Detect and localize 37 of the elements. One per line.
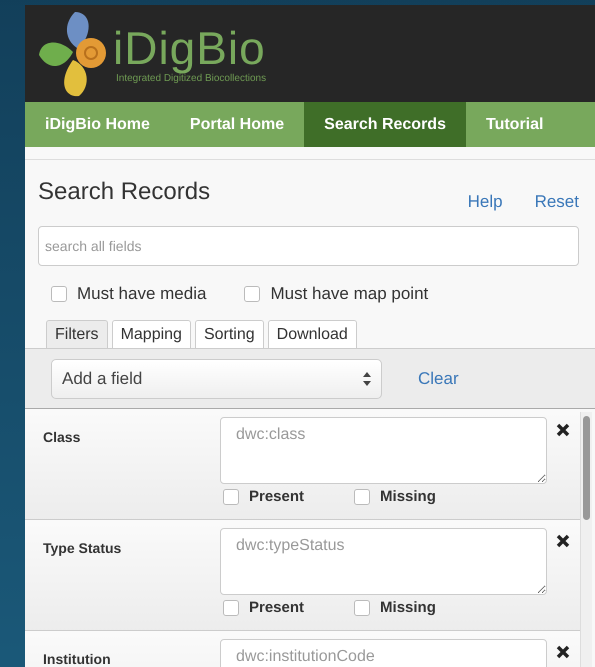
clear-link[interactable]: Clear	[418, 368, 459, 388]
nav-tab[interactable]: Search Records	[304, 102, 466, 147]
tab[interactable]: Download	[268, 320, 357, 348]
checkbox[interactable]	[51, 286, 67, 302]
checkbox[interactable]	[354, 600, 370, 616]
checkbox-label: Must have map point	[270, 284, 428, 304]
checkbox-label: Present	[249, 599, 304, 616]
logo-tagline: Integrated Digitized Biocollections	[116, 73, 266, 84]
checkbox[interactable]	[244, 286, 260, 302]
search-field[interactable]: search all fields	[38, 226, 579, 266]
header-link[interactable]: Reset	[534, 192, 579, 212]
filter-input[interactable]: dwc:typeStatus	[220, 528, 547, 595]
header-link[interactable]: Help	[468, 192, 503, 212]
scrollbar-thumb[interactable]	[583, 416, 590, 520]
tab[interactable]: Mapping	[112, 320, 191, 348]
filter-label: Type Status	[43, 539, 122, 558]
tab[interactable]: Sorting	[194, 320, 264, 348]
logo-text: iDigBio	[113, 23, 266, 73]
checkbox-label: Missing	[380, 488, 436, 505]
scrollbar[interactable]	[580, 412, 592, 667]
tab[interactable]: Filters	[46, 320, 108, 348]
filter-label: Institution	[43, 650, 112, 667]
close-icon[interactable]	[556, 645, 570, 659]
updown-arrows-icon	[363, 370, 371, 386]
checkbox[interactable]	[223, 488, 239, 504]
filter-label: Class	[43, 428, 82, 447]
filter-input[interactable]: dwc:institutionCode	[220, 639, 547, 667]
checkbox[interactable]	[354, 488, 370, 504]
checkbox-label: Missing	[380, 599, 436, 616]
close-icon[interactable]	[556, 534, 570, 548]
checkbox[interactable]	[223, 600, 239, 616]
checkbox-label: Must have media	[77, 284, 206, 304]
filter-input[interactable]: dwc:class	[220, 417, 547, 484]
close-icon[interactable]	[556, 423, 570, 437]
checkbox-label: Present	[249, 488, 304, 505]
panel-title: Search Records	[38, 178, 212, 206]
field-dropdown[interactable]: Add a field	[51, 358, 382, 398]
